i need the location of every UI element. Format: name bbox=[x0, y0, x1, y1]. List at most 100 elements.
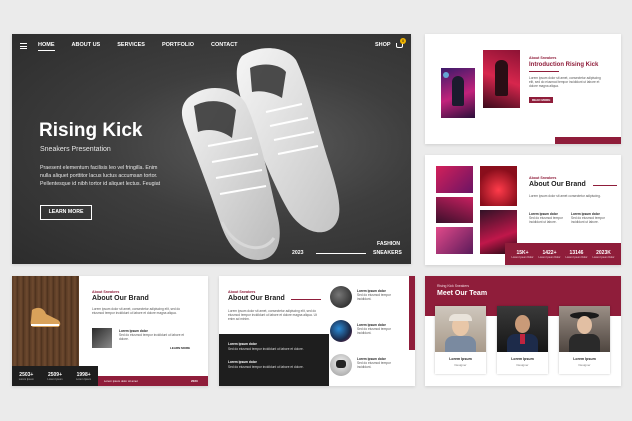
wood-sneaker-photo bbox=[12, 276, 79, 366]
nav-shop[interactable]: SHOP bbox=[375, 42, 391, 48]
stat-value: 1998+ bbox=[76, 371, 91, 378]
brand-mid-side-bar bbox=[409, 276, 415, 350]
cart-count: 0 bbox=[401, 38, 405, 43]
member-role: Designer bbox=[578, 363, 591, 367]
brand-mid-item: Lorem ipsum dolor Sed do eiusmod tempor … bbox=[357, 323, 405, 335]
stat-item: 2509+ Lorem Ipsum bbox=[47, 372, 62, 381]
brand-grid-col2: Lorem ipsum dolor Sed do eiusmod tempor … bbox=[571, 212, 611, 224]
stat-label: Lorem Ipsum bbox=[47, 377, 63, 381]
avatar bbox=[330, 320, 352, 342]
nav-about-us[interactable]: ABOUT US bbox=[72, 42, 101, 51]
brand-left-item-text: Sed do eiusmod tempor incididunt ut labo… bbox=[119, 333, 185, 342]
stat-label: Lorem Ipsum Dolor bbox=[511, 255, 534, 259]
brand-left-stats: 2503+ Lorem Ipsum 2509+ Lorem Ipsum 1998… bbox=[12, 366, 98, 386]
learn-more-button[interactable]: LEARN MORE bbox=[40, 205, 92, 220]
stat-item: 2503+ Lorem Ipsum bbox=[19, 372, 34, 381]
intro-kicker: About Sneakers bbox=[529, 56, 557, 60]
team-photo bbox=[435, 306, 486, 352]
stat-label: Lorem Ipsum Dolor bbox=[538, 255, 561, 259]
brand-mid-dark-panel: Lorem ipsum dolor Sed do eiusmod tempor … bbox=[219, 334, 329, 386]
intro-divider bbox=[529, 71, 559, 72]
stat-value: 2509+ bbox=[47, 371, 62, 378]
brand-left-slide[interactable]: About Sneakers About Our Brand Lorem ips… bbox=[12, 276, 208, 386]
stat-item: 1998+ Lorem Ipsum bbox=[76, 372, 91, 381]
tag-fashion: FASHION bbox=[377, 241, 401, 247]
intro-text: Lorem ipsum dolor sit amet, consectetur … bbox=[529, 76, 601, 89]
hero-body: Praesent elementum facilisis leo vel fri… bbox=[40, 165, 161, 188]
brand-mid-item: Lorem ipsum dolor Sed do eiusmod tempor … bbox=[357, 289, 405, 301]
brand-grid-kicker: About Sneakers bbox=[529, 176, 557, 180]
grid-photo-1 bbox=[436, 166, 473, 193]
read-more-button[interactable]: READ MORE bbox=[529, 97, 554, 103]
cart-badge: 0 bbox=[400, 38, 406, 44]
hero-year: 2023 bbox=[292, 250, 304, 256]
brand-mid-slide[interactable]: About Sneakers About Our Brand Lorem ips… bbox=[219, 276, 415, 386]
stat-label: Lorem Ipsum Dolor bbox=[592, 255, 615, 259]
nav-contact[interactable]: CONTACT bbox=[211, 42, 237, 51]
stat-label: Lorem Ipsum Dolor bbox=[565, 255, 588, 259]
sneaker-icon bbox=[30, 307, 61, 327]
grid-photo-2 bbox=[480, 166, 517, 206]
nav-bar: HOME ABOUT US SERVICES PORTFOLIO CONTACT bbox=[38, 42, 238, 51]
member-role: Designer bbox=[454, 363, 467, 367]
brand-grid-divider bbox=[593, 185, 617, 186]
team-card[interactable]: Lorem Ipsum Designer bbox=[497, 306, 548, 374]
stat-item: 15K+ Lorem Ipsum Dolor bbox=[511, 250, 533, 259]
dark-panel-text-2: Sed do eiusmod tempor incididunt ut labo… bbox=[228, 365, 304, 369]
neon-photo-small bbox=[441, 68, 475, 118]
team-kicker: Rising Kick Sneakers bbox=[437, 284, 470, 288]
member-name: Lorem Ipsum bbox=[449, 357, 472, 361]
nav-portfolio[interactable]: PORTFOLIO bbox=[162, 42, 194, 51]
avatar bbox=[330, 286, 352, 308]
grid-photo-4 bbox=[436, 227, 473, 254]
menu-icon[interactable] bbox=[20, 43, 27, 49]
brand-grid-col2-text: Sed do eiusmod tempor incididunt ut labo… bbox=[571, 216, 605, 225]
hero-title: Rising Kick bbox=[39, 120, 143, 141]
team-title: Meet Our Team bbox=[437, 290, 488, 297]
brand-left-text: Lorem ipsum dolor sit amet, consectetur … bbox=[92, 307, 181, 316]
brand-mid-text: Lorem ipsum dolor sit amet, consectetur … bbox=[228, 309, 317, 322]
member-name: Lorem Ipsum bbox=[573, 357, 596, 361]
grid-photo-3 bbox=[436, 197, 473, 223]
intro-slide[interactable]: About Sneakers Introduction Rising Kick … bbox=[425, 34, 621, 144]
brand-grid-text: Lorem ipsum dolor sit amet consectetur a… bbox=[529, 194, 601, 198]
dark-panel-head-1: Lorem ipsum dolor bbox=[228, 342, 257, 346]
team-photo bbox=[497, 306, 548, 352]
brand-left-footer-bar: Lorem ipsum dolor sit amet 2023 bbox=[98, 376, 208, 386]
nav-home[interactable]: HOME bbox=[38, 42, 55, 51]
stat-item: 2023K Lorem Ipsum Dolor bbox=[592, 250, 614, 259]
team-card[interactable]: Lorem Ipsum Designer bbox=[435, 306, 486, 374]
team-card[interactable]: Lorem Ipsum Designer bbox=[559, 306, 610, 374]
intro-title: Introduction Rising Kick bbox=[529, 62, 599, 68]
dark-panel-head-2: Lorem ipsum dolor bbox=[228, 360, 257, 364]
footer-text: Lorem ipsum dolor sit amet bbox=[104, 379, 138, 383]
hero-slide[interactable]: HOME ABOUT US SERVICES PORTFOLIO CONTACT… bbox=[12, 34, 411, 264]
brand-grid-slide[interactable]: About Sneakers About Our Brand Lorem ips… bbox=[425, 155, 621, 265]
brand-grid-title: About Our Brand bbox=[529, 181, 586, 188]
brand-mid-item: Lorem ipsum dolor Sed do eiusmod tempor … bbox=[357, 357, 405, 369]
sneakers-image bbox=[181, 48, 340, 260]
learn-more-link[interactable]: LEARN MORE bbox=[170, 346, 190, 350]
team-photo bbox=[559, 306, 610, 352]
brand-grid-stats-bar: 15K+ Lorem Ipsum Dolor 1422+ Lorem Ipsum… bbox=[505, 243, 621, 265]
brand-left-thumb bbox=[92, 328, 112, 348]
intro-footer-bar bbox=[555, 137, 621, 144]
neon-photo-large bbox=[483, 50, 520, 108]
hero-divider bbox=[316, 253, 366, 254]
brand-mid-kicker: About Sneakers bbox=[228, 290, 256, 294]
brand-mid-title: About Our Brand bbox=[228, 295, 285, 302]
footer-year: 2023 bbox=[191, 379, 198, 383]
item-text: Sed do eiusmod tempor incididunt. bbox=[357, 361, 391, 370]
team-slide[interactable]: Rising Kick Sneakers Meet Our Team Lorem… bbox=[425, 276, 621, 386]
avatar bbox=[330, 354, 352, 376]
brand-left-kicker: About Sneakers bbox=[92, 290, 120, 294]
nav-services[interactable]: SERVICES bbox=[117, 42, 145, 51]
dark-panel-text-1: Sed do eiusmod tempor incididunt ut labo… bbox=[228, 347, 304, 351]
stat-label: Lorem Ipsum bbox=[76, 377, 92, 381]
tag-sneakers: SNEAKERS bbox=[373, 250, 402, 256]
item-text: Sed do eiusmod tempor incididunt. bbox=[357, 327, 391, 336]
brand-left-title: About Our Brand bbox=[92, 295, 149, 302]
stat-item: 13146 Lorem Ipsum Dolor bbox=[565, 250, 587, 259]
member-role: Designer bbox=[516, 363, 529, 367]
brand-grid-col1-text: Sed do eiusmod tempor incididunt ut labo… bbox=[529, 216, 563, 225]
